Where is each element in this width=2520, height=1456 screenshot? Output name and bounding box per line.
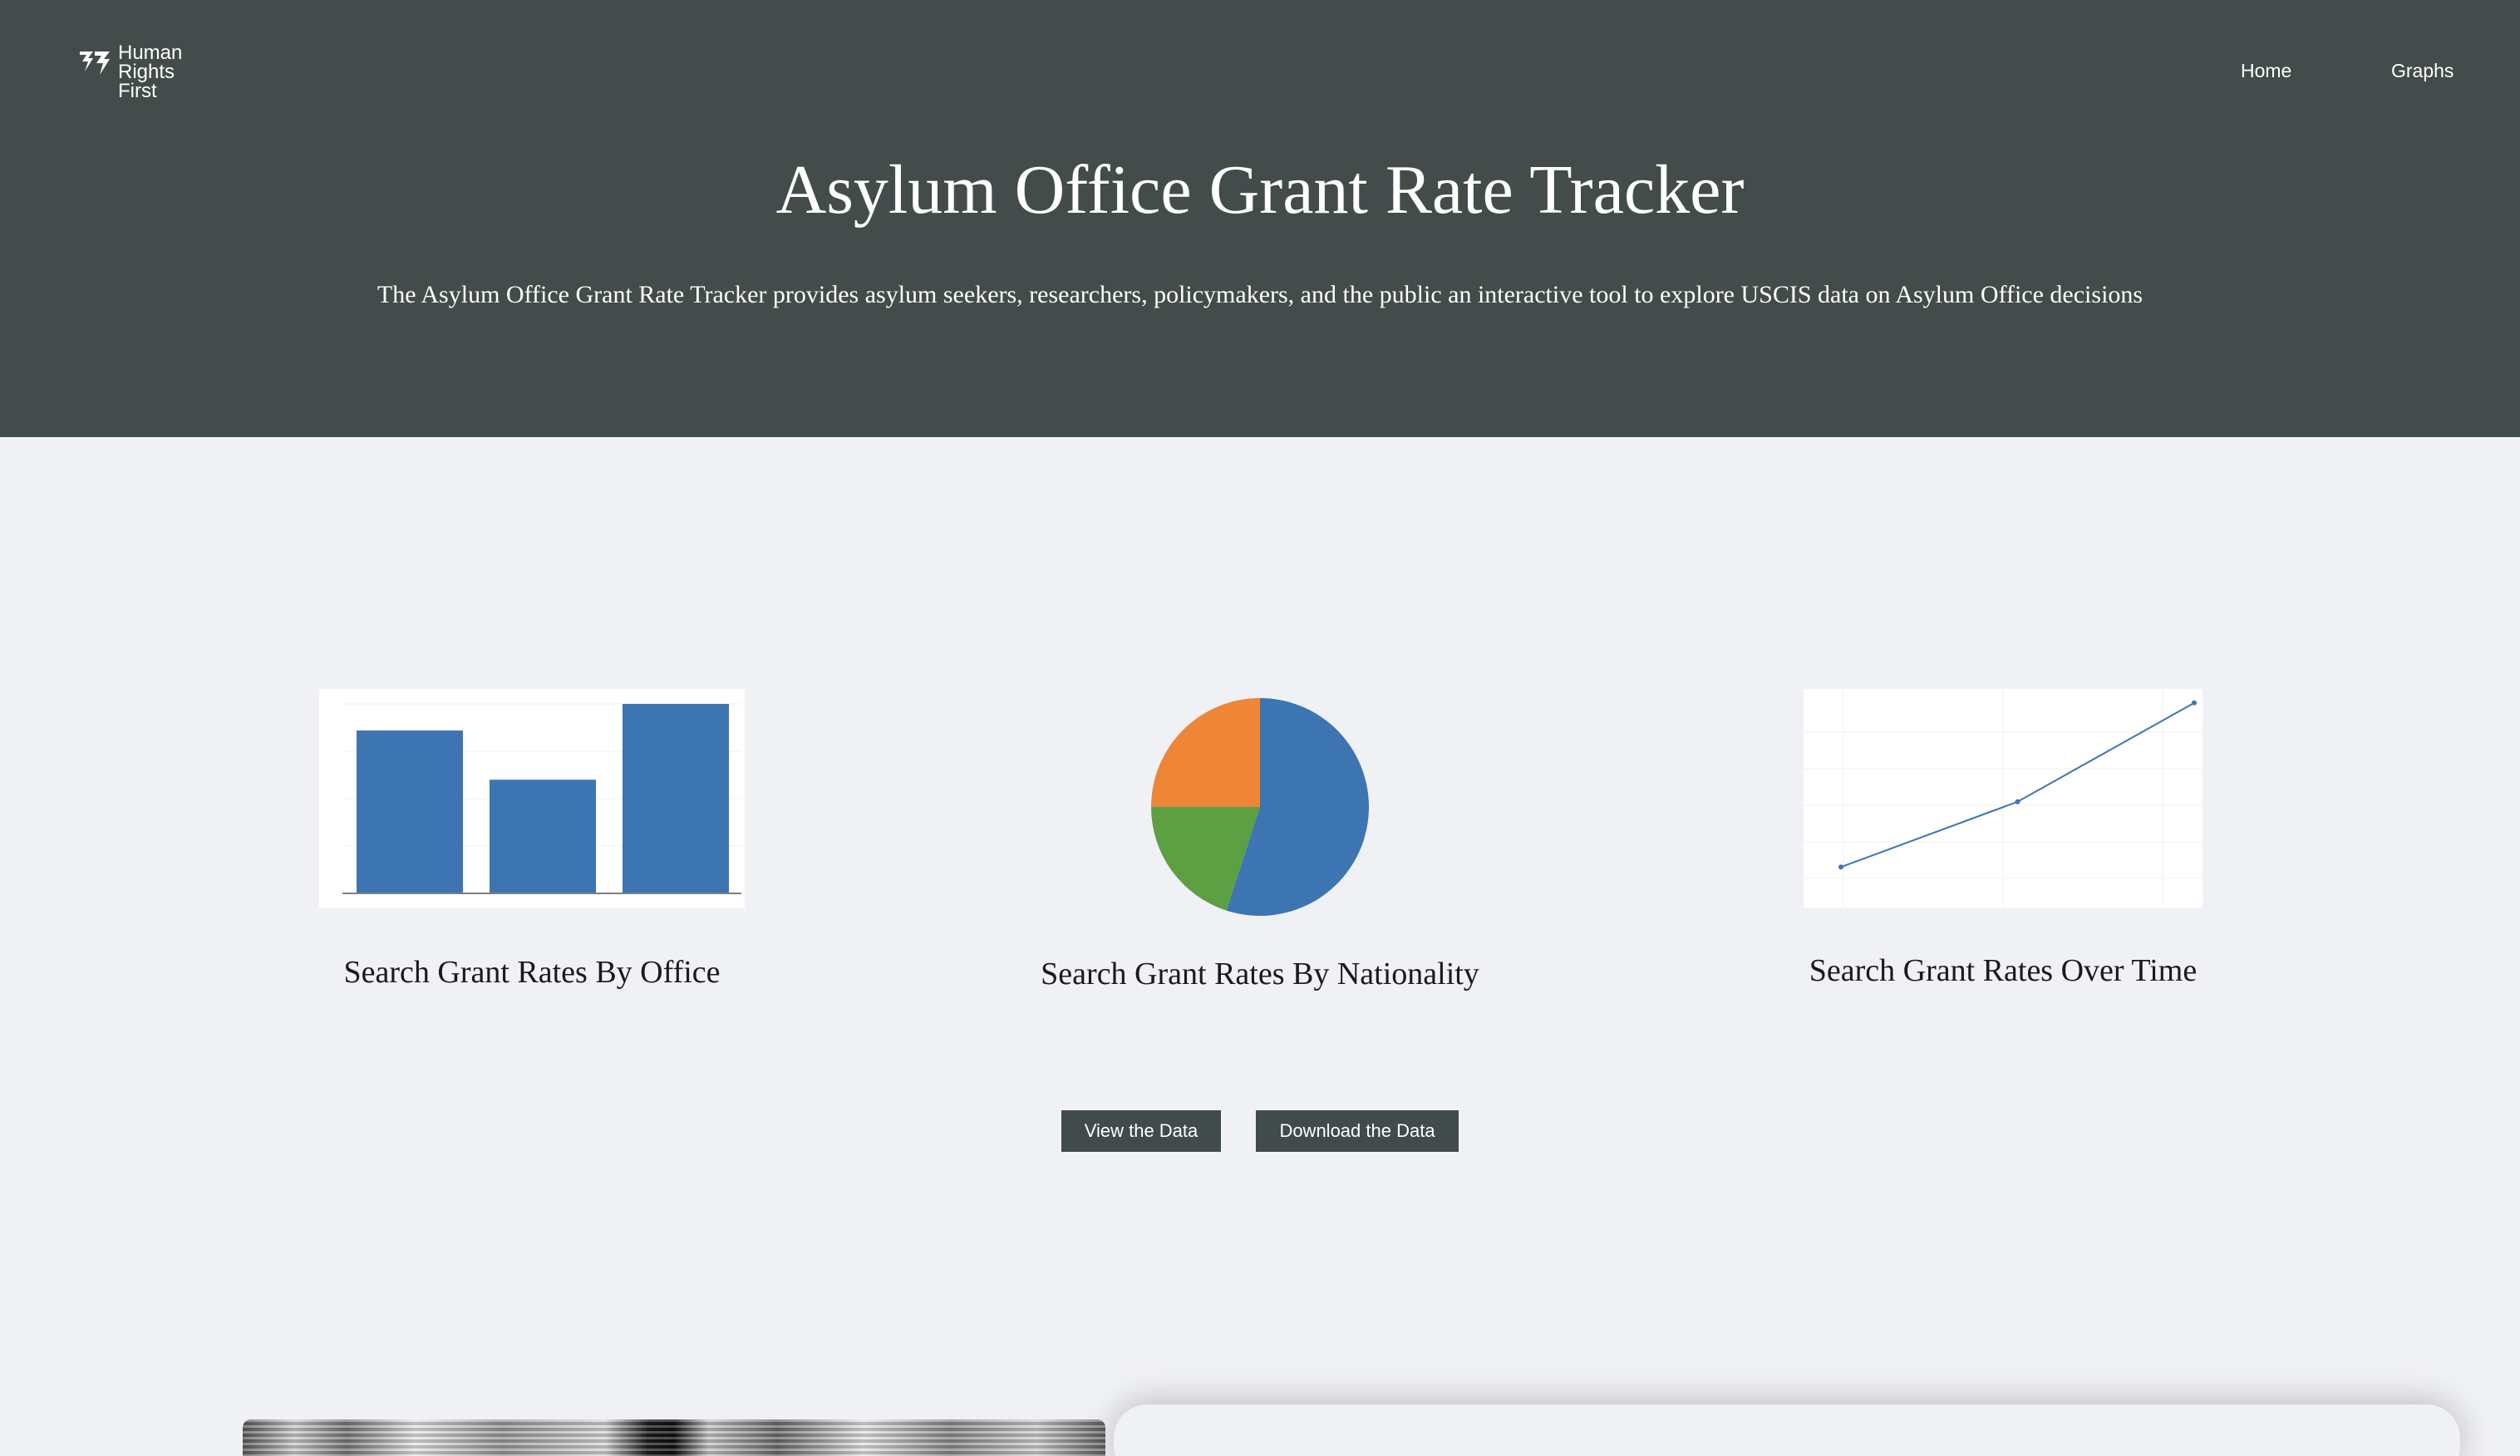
page-title: Asylum Office Grant Rate Tracker [775, 151, 1745, 229]
bar [490, 780, 596, 893]
logo-line-3: First [118, 80, 157, 102]
human-rights-first-logo[interactable]: Human Rights First [78, 43, 182, 101]
bar-chart-icon[interactable] [319, 689, 745, 908]
pie-slice [1151, 698, 1260, 807]
card-label-by-office[interactable]: Search Grant Rates By Office [319, 954, 745, 991]
line-chart-icon[interactable] [1804, 689, 2203, 908]
bottom-feature-image [243, 1419, 1105, 1456]
nav-graphs-link[interactable]: Graphs [2391, 60, 2454, 82]
download-data-button[interactable]: Download the Data [1256, 1110, 1459, 1152]
bar [623, 704, 729, 893]
line-point [2015, 799, 2020, 804]
card-label-over-time[interactable]: Search Grant Rates Over Time [1779, 952, 2227, 989]
card-label-by-nationality[interactable]: Search Grant Rates By Nationality [1011, 956, 1509, 992]
pie-chart-slices [1151, 698, 1369, 916]
logo-mark-icon [80, 52, 110, 75]
bottom-card-shadow [1114, 1404, 2460, 1456]
nav-home-link[interactable]: Home [2241, 60, 2291, 82]
bar [357, 730, 463, 893]
view-data-button[interactable]: View the Data [1061, 1110, 1221, 1152]
logo-line-2: Rights [118, 61, 175, 83]
logo-text: Human Rights First [118, 43, 182, 101]
page-description: The Asylum Office Grant Rate Tracker pro… [377, 281, 2143, 308]
line-point [1838, 864, 1843, 870]
page-header: Human Rights First Home Graphs Asylum Of… [0, 0, 2520, 437]
pie-chart-icon[interactable] [1150, 696, 1370, 917]
logo-line-1: Human [118, 42, 183, 64]
line-point [2192, 700, 2197, 706]
